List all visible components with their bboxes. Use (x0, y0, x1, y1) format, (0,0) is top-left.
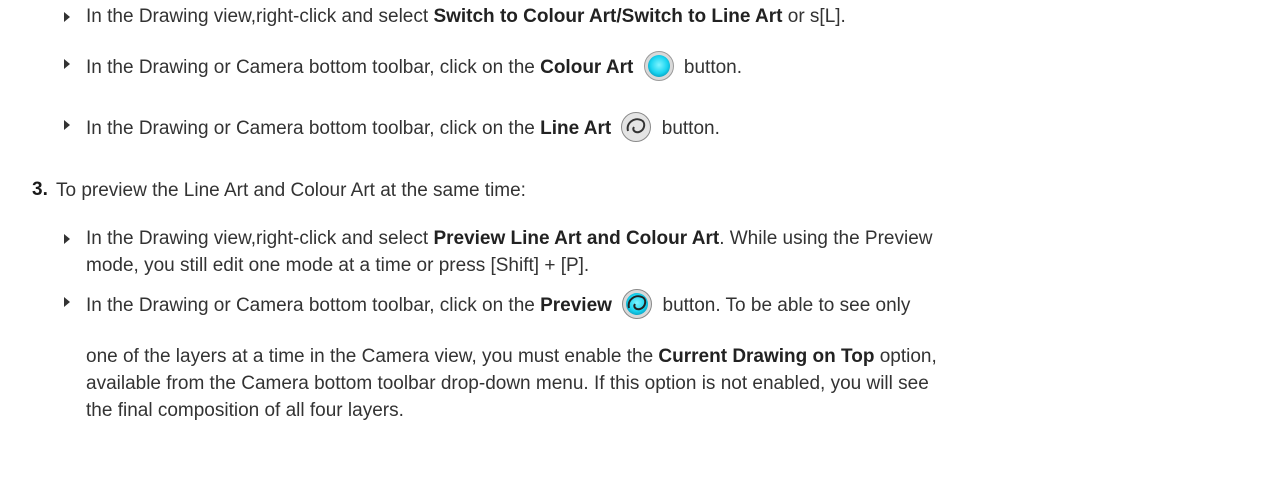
text: option, (874, 346, 937, 367)
text: one of the layers at a time in the Camer… (86, 346, 659, 367)
button-name-preview: Preview (540, 295, 612, 317)
bullet-marker (64, 59, 70, 69)
menu-command-switch-line-art: Switch to Line Art (621, 6, 783, 27)
text: In the Drawing or Camera bottom toolbar,… (86, 118, 541, 140)
text: button. (656, 118, 720, 140)
paragraph-line-3: the final composition of all four layers… (86, 400, 404, 421)
shortcut-text: or s[L]. (782, 6, 846, 27)
menu-command-switch-colour-art: Switch to Colour Art (433, 6, 617, 27)
bullet-colour-art: In the Drawing or Camera bottom toolbar,… (86, 51, 743, 84)
bullet-line-art: In the Drawing or Camera bottom toolbar,… (86, 112, 720, 145)
paragraph-line-1: one of the layers at a time in the Camer… (86, 345, 937, 369)
bullet-marker (64, 12, 70, 22)
text: button. (678, 57, 743, 79)
bullet-switch-art: In the Drawing view,right-click and sele… (86, 5, 846, 29)
text: In the Drawing or Camera bottom toolbar,… (86, 57, 541, 79)
preview-icon (622, 289, 653, 319)
bullet-preview-line-colour: In the Drawing view,right-click and sele… (86, 227, 933, 251)
text: In the Drawing view,right-click and sele… (86, 6, 434, 27)
bullet-marker (64, 120, 70, 130)
text: . While using the Preview (719, 228, 933, 249)
bullet-marker (64, 234, 70, 244)
bullet-marker (64, 297, 70, 307)
menu-command-preview: Preview Line Art and Colour Art (433, 228, 720, 249)
text: In the Drawing view,right-click and sele… (86, 228, 434, 249)
text: button. To be able to see only (657, 295, 911, 317)
colour-art-icon (643, 51, 674, 81)
step-3-heading: To preview the Line Art and Colour Art a… (56, 180, 526, 201)
button-name-colour-art: Colour Art (540, 57, 634, 79)
line-art-icon (621, 112, 652, 142)
step-number: 3. (32, 179, 48, 200)
paragraph-line-2: available from the Camera bottom toolbar… (86, 373, 929, 394)
button-name-line-art: Line Art (540, 118, 612, 140)
bullet-preview-button: In the Drawing or Camera bottom toolbar,… (86, 289, 911, 322)
option-name-current-drawing-on-top: Current Drawing on Top (658, 346, 875, 367)
text: In the Drawing or Camera bottom toolbar,… (86, 295, 541, 317)
bullet-continuation: mode, you still edit one mode at a time … (86, 255, 590, 276)
